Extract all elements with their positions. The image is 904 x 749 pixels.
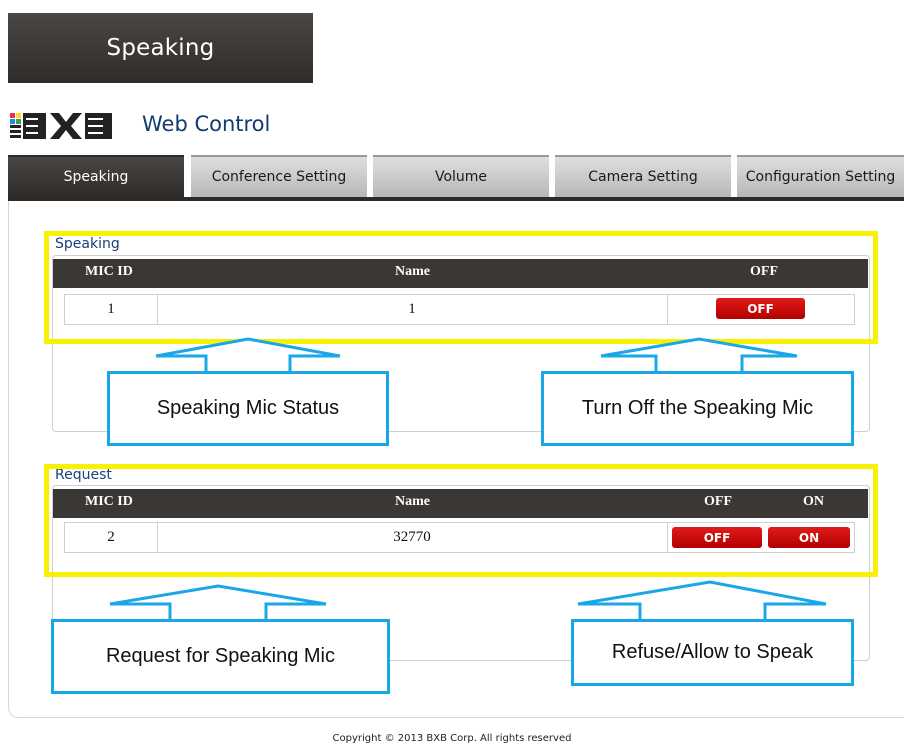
bxb-logo	[10, 113, 112, 139]
page-title: Speaking	[106, 35, 215, 61]
tab-configuration-setting[interactable]: Configuration Setting	[737, 155, 904, 197]
callout-request-mic: Request for Speaking Mic	[51, 619, 390, 694]
tab-label: Volume	[434, 169, 488, 185]
tab-volume[interactable]: Volume	[373, 155, 549, 197]
callout-turn-off: Turn Off the Speaking Mic	[541, 371, 854, 446]
tab-label: Camera Setting	[588, 169, 698, 185]
copyright-footer: Copyright © 2013 BXB Corp. All rights re…	[332, 733, 572, 744]
tab-conference-setting[interactable]: Conference Setting	[191, 155, 367, 197]
callout-speaking-status: Speaking Mic Status	[107, 371, 389, 446]
tab-speaking[interactable]: Speaking	[8, 155, 184, 197]
tab-label: Configuration Setting	[745, 169, 896, 185]
tab-label: Speaking	[63, 169, 129, 185]
tab-camera-setting[interactable]: Camera Setting	[555, 155, 731, 197]
tab-label: Conference Setting	[211, 169, 347, 185]
app-name: Web Control	[142, 112, 271, 136]
request-highlight	[44, 464, 878, 577]
callout-refuse-allow: Refuse/Allow to Speak	[571, 619, 854, 686]
speaking-highlight	[44, 231, 878, 344]
page-title-bar: Speaking	[8, 13, 313, 83]
